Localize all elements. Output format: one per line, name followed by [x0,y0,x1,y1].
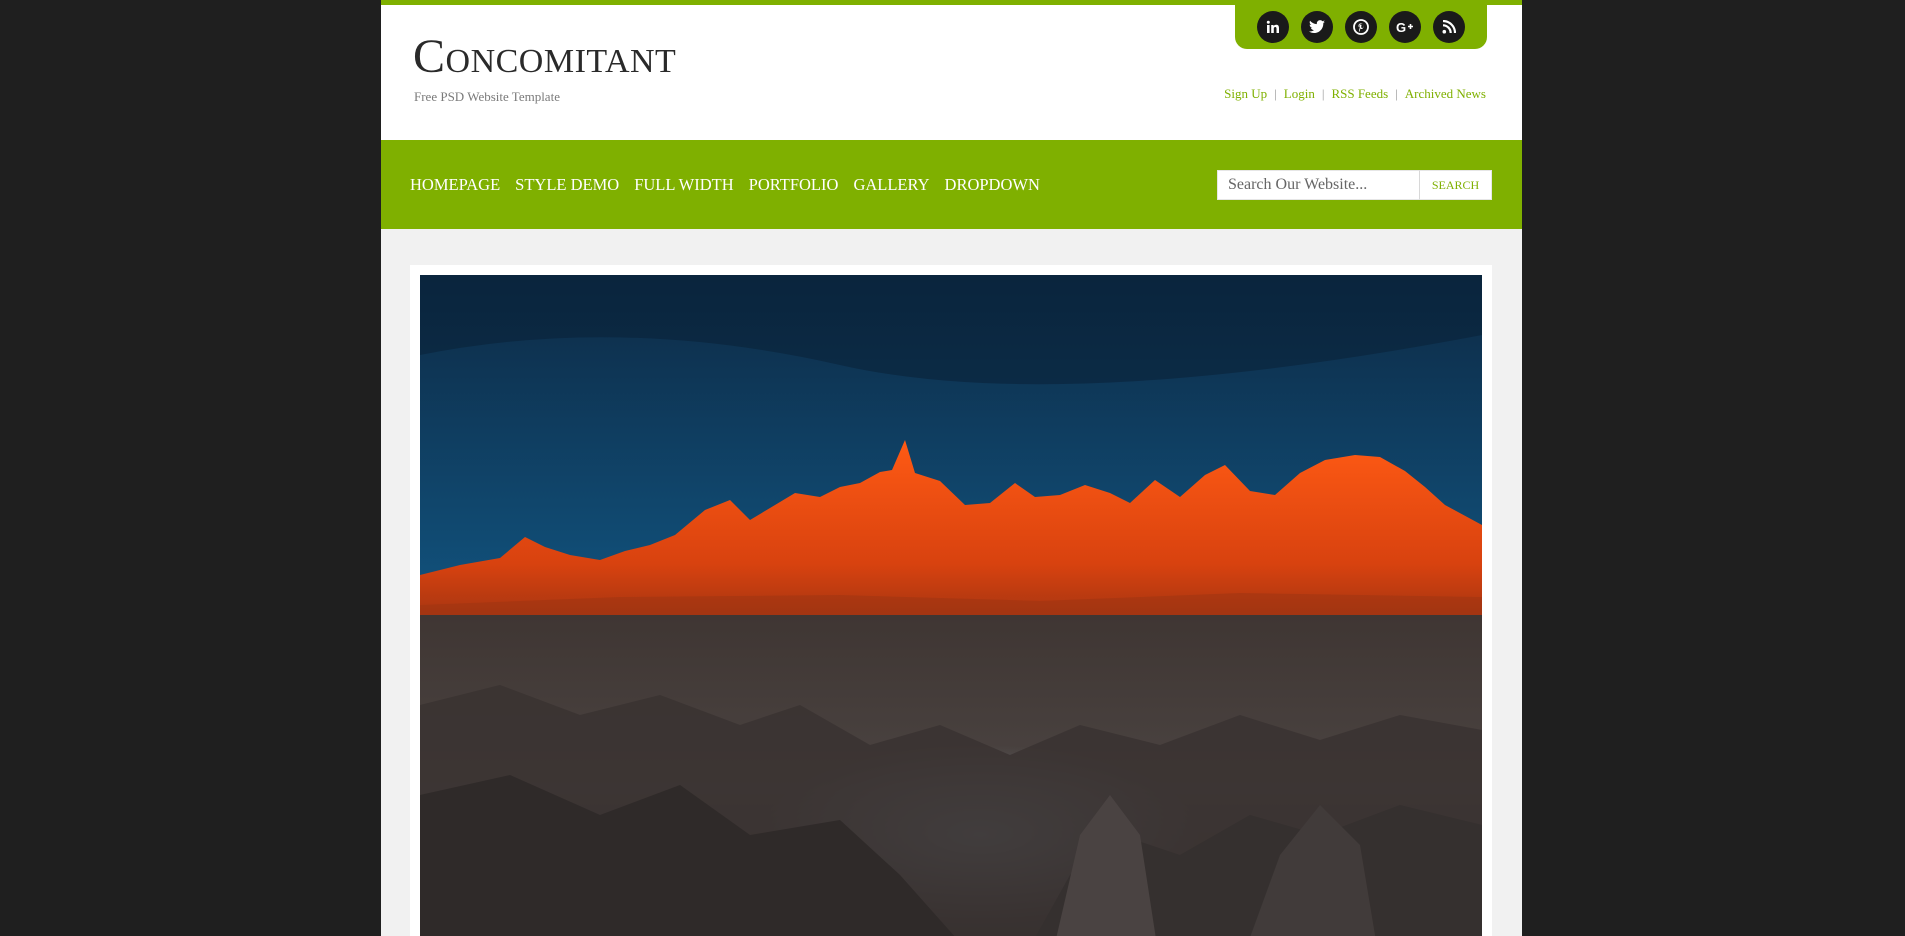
nav-item-portfolio[interactable]: PORTFOLIO [749,175,839,195]
search-form: SEARCH [1217,170,1492,200]
social-bar: G [1235,5,1487,49]
main-navigation: HOMEPAGE STYLE DEMO FULL WIDTH PORTFOLIO… [381,140,1522,229]
search-input[interactable] [1217,170,1419,200]
separator: | [1395,86,1398,101]
nav-menu: HOMEPAGE STYLE DEMO FULL WIDTH PORTFOLIO… [410,140,1055,229]
nav-item-style-demo[interactable]: STYLE DEMO [515,175,619,195]
main-content [381,229,1522,936]
rss-feeds-link[interactable]: RSS Feeds [1331,86,1388,102]
search-button[interactable]: SEARCH [1419,170,1492,200]
signup-link[interactable]: Sign Up [1224,86,1267,102]
nav-item-full-width[interactable]: FULL WIDTH [634,175,733,195]
nav-item-gallery[interactable]: GALLERY [853,175,929,195]
nav-item-dropdown[interactable]: DROPDOWN [945,175,1040,195]
pinterest-icon[interactable] [1345,11,1377,43]
rss-icon[interactable] [1433,11,1465,43]
separator: | [1321,86,1325,101]
archived-news-link[interactable]: Archived News [1405,86,1486,102]
site-tagline: Free PSD Website Template [414,89,560,104]
site-header: Concomitant Free PSD Website Template G … [381,5,1522,140]
nav-item-homepage[interactable]: HOMEPAGE [410,175,500,195]
linkedin-icon[interactable] [1257,11,1289,43]
twitter-icon[interactable] [1301,11,1333,43]
svg-text:G: G [1396,20,1406,34]
separator: | [1274,86,1277,101]
top-links: Sign Up | Login | RSS Feeds | Archived N… [1224,86,1486,102]
feature-landscape-image [420,275,1482,936]
site-title[interactable]: Concomitant [413,33,676,81]
page-container: Concomitant Free PSD Website Template G … [381,0,1522,936]
feature-image-frame [410,265,1492,936]
google-plus-icon[interactable]: G [1389,11,1421,43]
login-link[interactable]: Login [1284,86,1315,102]
